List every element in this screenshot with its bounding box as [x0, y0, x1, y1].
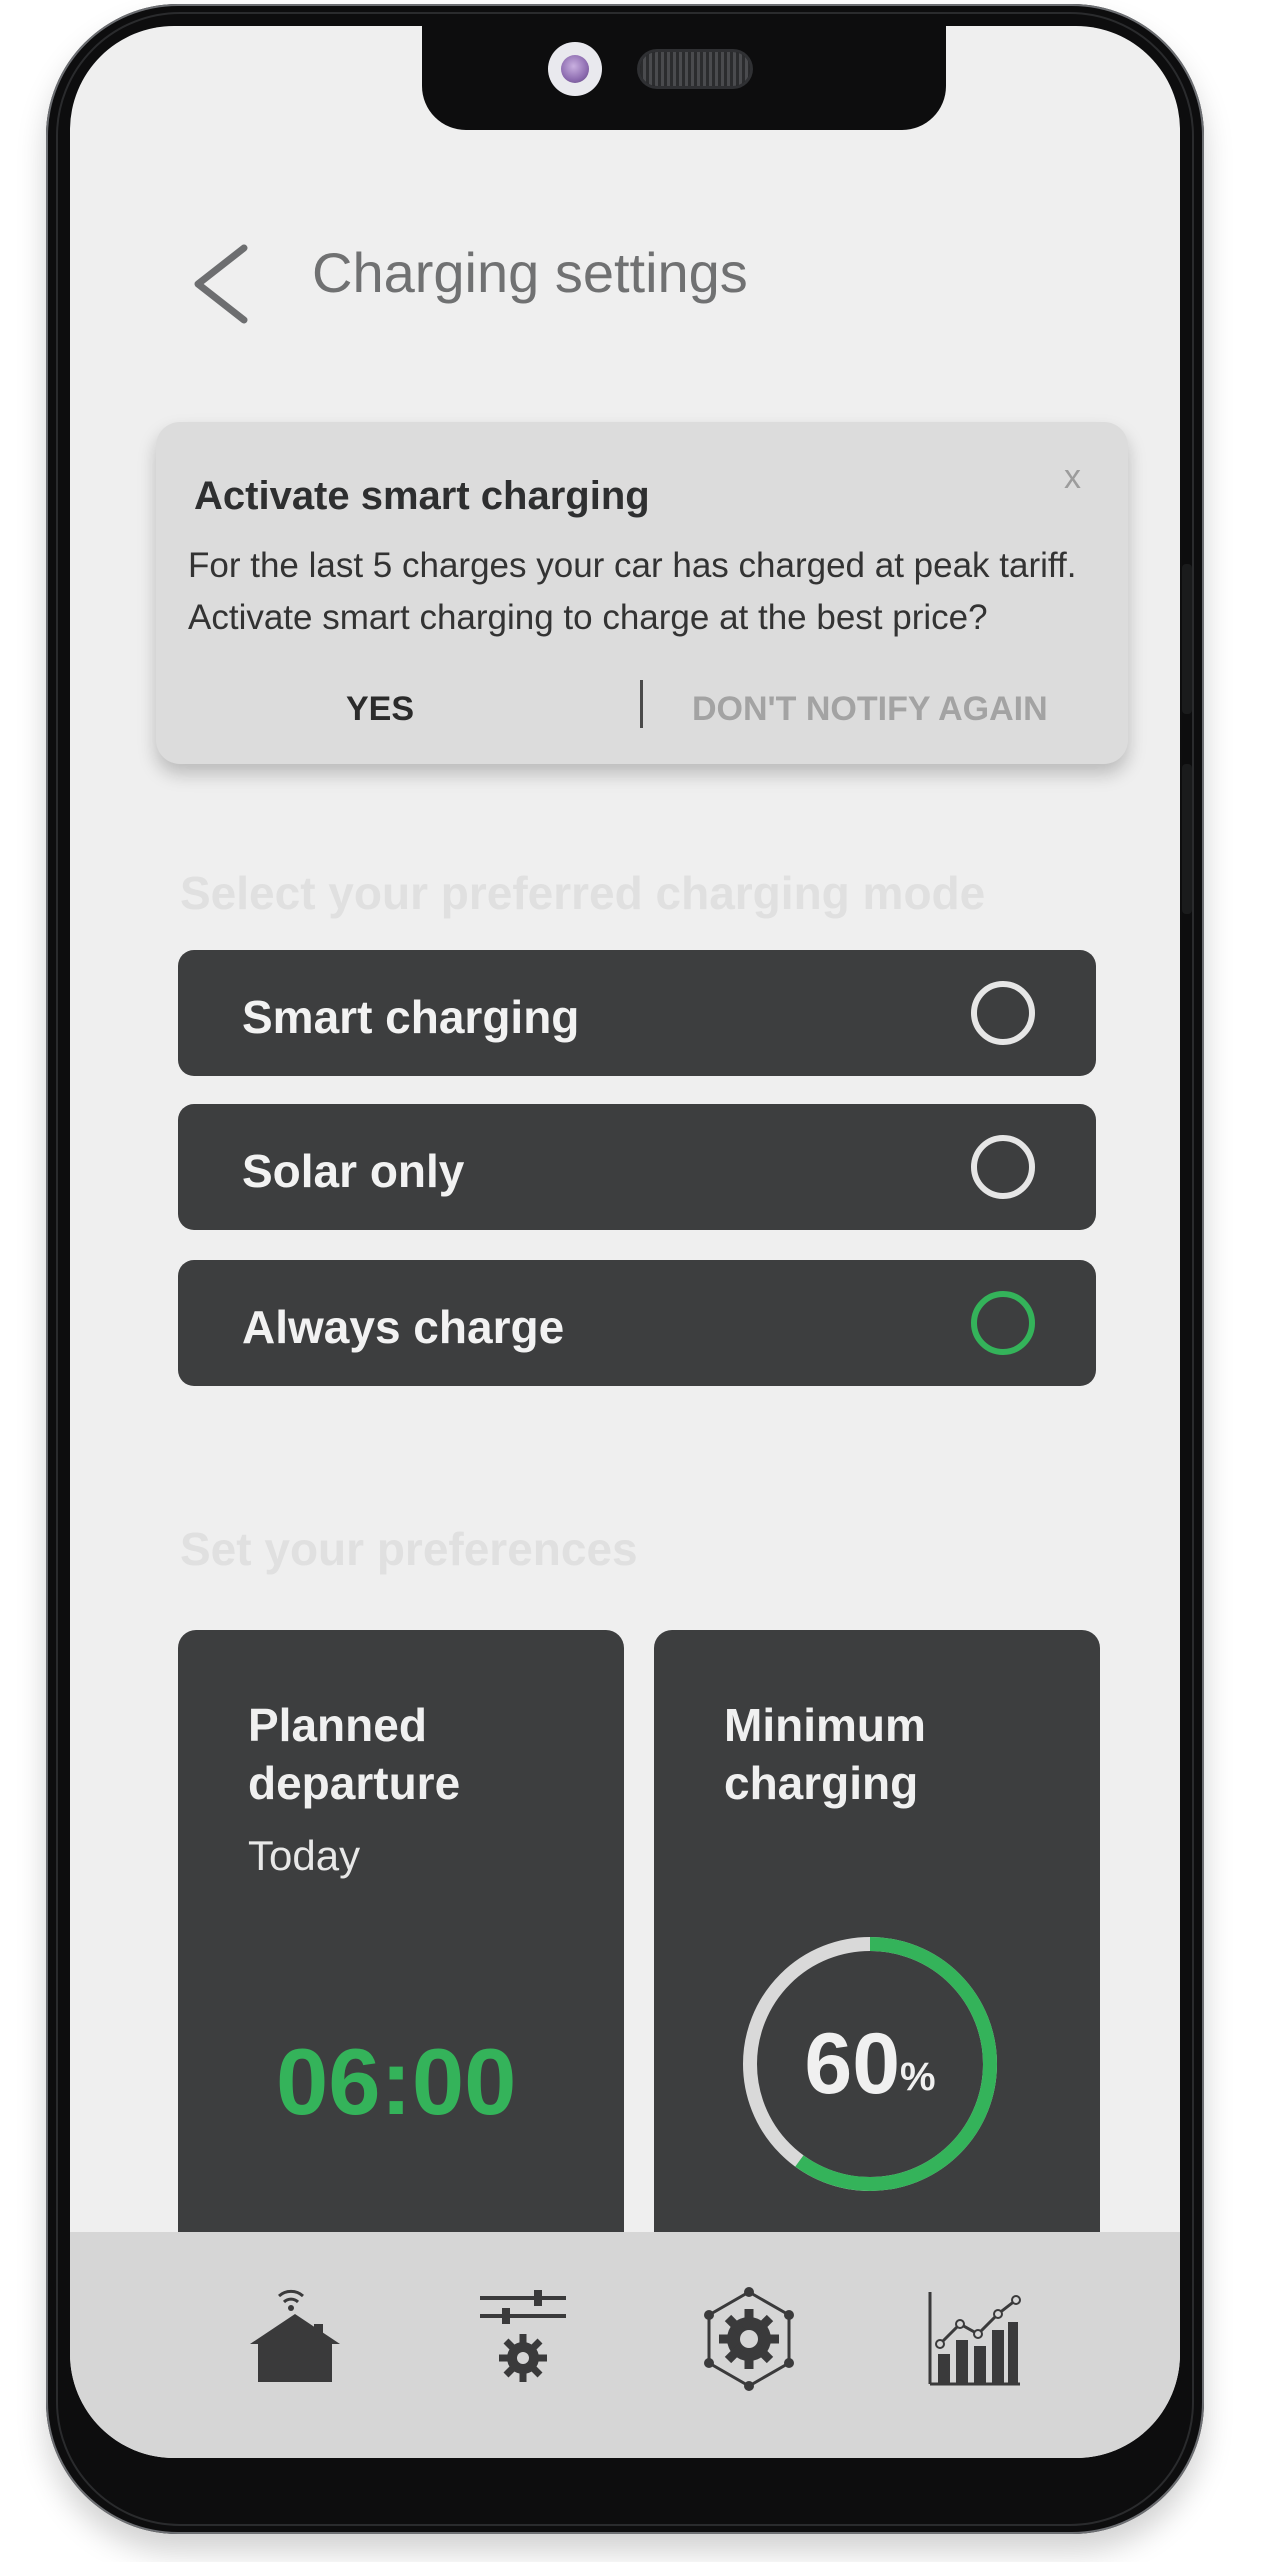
side-button-upper — [1182, 564, 1192, 714]
earpiece-speaker — [640, 52, 750, 86]
dont-notify-again-button[interactable]: DON'T NOTIFY AGAIN — [692, 690, 1048, 729]
departure-time[interactable]: 06:00 — [276, 2028, 516, 2136]
mode-option-always-charge[interactable]: Always charge — [178, 1260, 1096, 1386]
radio-button-selected[interactable] — [971, 1291, 1035, 1355]
tab-network[interactable] — [694, 2284, 804, 2394]
close-icon[interactable]: x — [1064, 458, 1081, 497]
phone-frame: Charging settings x Activate smart charg… — [46, 4, 1204, 2534]
front-camera — [548, 42, 602, 96]
yes-button[interactable]: YES — [346, 690, 414, 729]
smart-home-icon — [250, 2289, 340, 2382]
gauge-value: 60 % — [736, 1930, 1004, 2198]
network-gear-icon — [704, 2287, 794, 2391]
notch — [422, 26, 946, 130]
departure-day: Today — [248, 1832, 361, 1879]
notification-line-2: Activate smart charging to charge at the… — [188, 598, 988, 637]
chart-icon — [928, 2292, 1021, 2386]
card-title: Planned departure — [248, 1699, 461, 1809]
mode-option-label: Solar only — [242, 1145, 465, 1197]
settings-sliders-icon — [480, 2290, 566, 2382]
card-title: Minimum charging — [724, 1699, 926, 1809]
charging-mode-heading: Select your preferred charging mode — [180, 867, 986, 919]
mode-option-solar-only[interactable]: Solar only — [178, 1104, 1096, 1230]
gauge-number: 60 — [804, 2015, 901, 2112]
tab-home[interactable] — [240, 2284, 350, 2394]
notification-line-1: For the last 5 charges your car has char… — [188, 546, 1077, 585]
gauge-unit: % — [900, 2054, 936, 2099]
side-button-lower — [1182, 764, 1192, 914]
bottom-tab-bar — [70, 2232, 1180, 2458]
mode-option-label: Always charge — [242, 1301, 565, 1353]
radio-button[interactable] — [971, 1135, 1035, 1199]
notification-title: Activate smart charging — [194, 474, 650, 518]
action-divider — [640, 680, 643, 728]
minimum-charging-gauge[interactable]: 60 % — [736, 1930, 1004, 2198]
tab-settings[interactable] — [468, 2284, 578, 2394]
back-button[interactable] — [182, 234, 262, 334]
mode-option-label: Smart charging — [242, 991, 580, 1043]
minimum-charging-card[interactable]: Minimum charging 60 % — [654, 1630, 1100, 2270]
smart-charging-notification: x Activate smart charging For the last 5… — [156, 422, 1128, 764]
page-title: Charging settings — [312, 241, 748, 304]
preferences-heading: Set your preferences — [180, 1523, 638, 1575]
notification-message: For the last 5 charges your car has char… — [188, 540, 1108, 644]
tab-statistics[interactable] — [920, 2284, 1030, 2394]
planned-departure-card[interactable]: Planned departure Today 06:00 — [178, 1630, 624, 2270]
chevron-left-icon — [194, 244, 248, 324]
radio-button[interactable] — [971, 981, 1035, 1045]
mode-option-smart-charging[interactable]: Smart charging — [178, 950, 1096, 1076]
app-screen: Charging settings x Activate smart charg… — [70, 26, 1180, 2458]
